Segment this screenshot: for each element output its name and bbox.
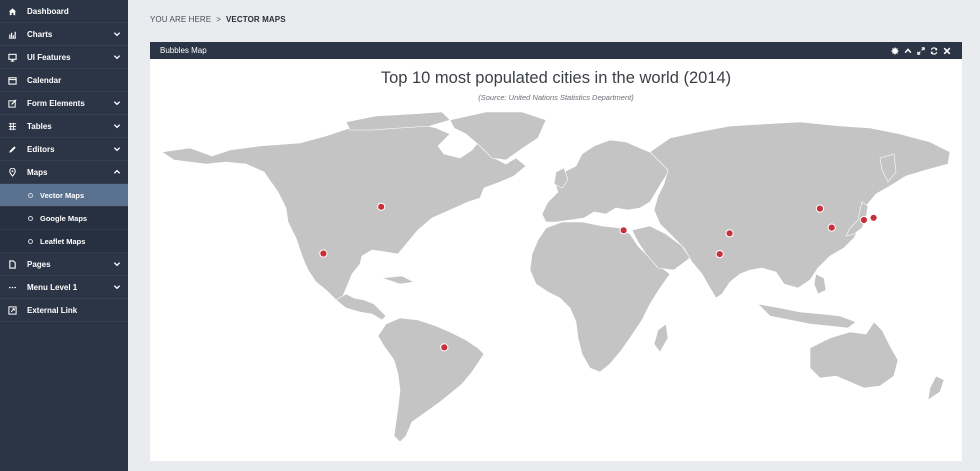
sidebar-item-tables[interactable]: Tables <box>0 115 128 138</box>
city-bubble-mexico-city[interactable]: Mexico City <box>319 249 328 258</box>
sidebar-item-form-elements[interactable]: Form Elements <box>0 92 128 115</box>
city-bubble-delhi[interactable]: Delhi <box>725 229 734 238</box>
sidebar-item-label: Form Elements <box>27 98 85 108</box>
sidebar-item-label: Editors <box>27 144 55 154</box>
sidebar-subitem-google-maps[interactable]: Google Maps <box>0 207 128 230</box>
breadcrumb-separator: > <box>216 15 221 24</box>
edit-icon <box>8 98 17 108</box>
chevron-down-icon[interactable] <box>113 99 121 107</box>
monitor-icon <box>8 53 17 62</box>
city-bubble-new-york[interactable]: New York <box>377 202 386 211</box>
sidebar-subitem-label: Vector Maps <box>40 190 85 200</box>
circle-icon <box>28 192 33 198</box>
map-pin-icon <box>8 167 17 177</box>
sidebar-item-menu-level-1[interactable]: Menu Level 1 <box>0 276 128 299</box>
sidebar-subitem-leaflet-maps[interactable]: Leaflet Maps <box>0 230 128 253</box>
chevron-down-icon[interactable] <box>113 260 121 268</box>
landmasses <box>161 111 951 443</box>
calendar-icon <box>8 76 17 85</box>
page-icon <box>8 259 17 269</box>
table-icon <box>8 122 17 131</box>
sidebar-item-ui-features[interactable]: UI Features <box>0 46 128 69</box>
sidebar-subitem-vector-maps[interactable]: Vector Maps <box>0 184 128 207</box>
world-map: New York Mexico City São Paulo Cairo Delhi Mu… <box>161 111 951 443</box>
sidebar-item-label: Calendar <box>27 75 62 85</box>
sidebar: Dashboard Charts UI Features Calendar Form E… <box>0 0 128 471</box>
sidebar-subitem-label: Leaflet Maps <box>40 236 86 246</box>
chevron-down-icon[interactable] <box>113 122 121 130</box>
chevron-down-icon[interactable] <box>113 30 121 38</box>
land-madagascar <box>653 323 669 353</box>
sidebar-item-pages[interactable]: Pages <box>0 253 128 276</box>
bubbles-map-panel: Bubbles Map Top 10 most populated cities… <box>150 42 962 461</box>
chart-icon <box>8 30 17 39</box>
land-south-america <box>377 317 485 443</box>
ellipsis-icon <box>8 283 17 292</box>
sidebar-item-label: External Link <box>27 305 78 315</box>
pencil-icon <box>8 145 17 154</box>
city-bubble-cairo[interactable]: Cairo <box>619 226 628 235</box>
sidebar-item-label: UI Features <box>27 52 71 62</box>
land-greenland <box>449 111 547 161</box>
breadcrumb-prefix: YOU ARE HERE <box>150 15 212 24</box>
city-bubble-shanghai[interactable]: Shanghai <box>827 223 836 232</box>
sidebar-item-maps[interactable]: Maps <box>0 161 128 184</box>
chevron-down-icon[interactable] <box>113 53 121 61</box>
land-asia <box>649 121 951 299</box>
home-icon <box>8 7 17 16</box>
external-link-icon <box>8 305 17 315</box>
sidebar-item-dashboard[interactable]: Dashboard <box>0 0 128 23</box>
map-subtitle: (Source: United Nations Statistics Depar… <box>478 93 634 102</box>
chevron-down-icon[interactable] <box>113 145 121 153</box>
sidebar-item-editors[interactable]: Editors <box>0 138 128 161</box>
city-bubble-s-o-paulo[interactable]: São Paulo <box>440 343 449 352</box>
sidebar-subitem-label: Google Maps <box>40 213 88 223</box>
city-bubble-osaka[interactable]: Osaka <box>859 215 869 225</box>
breadcrumb: YOU ARE HERE > VECTOR MAPS <box>150 15 286 24</box>
sidebar-item-external-link[interactable]: External Link <box>0 299 128 322</box>
sidebar-item-label: Menu Level 1 <box>27 282 78 292</box>
chevron-down-icon[interactable] <box>113 283 121 291</box>
sidebar-item-calendar[interactable]: Calendar <box>0 69 128 92</box>
land-north-america <box>161 121 527 301</box>
sidebar-item-label: Pages <box>27 259 51 269</box>
sidebar-item-label: Maps <box>27 167 48 177</box>
sidebar-item-label: Charts <box>27 29 53 39</box>
land-caribbean <box>381 275 415 285</box>
breadcrumb-current: VECTOR MAPS <box>226 15 286 24</box>
city-bubble-beijing[interactable]: Beijing <box>815 204 825 213</box>
land-new-zealand <box>927 375 945 401</box>
land-philippines <box>813 273 827 295</box>
chevron-up-icon[interactable] <box>113 168 121 176</box>
circle-icon <box>28 215 33 221</box>
land-central-america <box>335 293 387 321</box>
city-bubble-mumbai[interactable]: Mumbai <box>715 250 724 259</box>
map-title: Top 10 most populated cities in the worl… <box>380 69 732 87</box>
sidebar-item-label: Tables <box>27 121 52 131</box>
circle-icon <box>28 238 33 244</box>
land-australia <box>809 321 899 389</box>
sidebar-item-charts[interactable]: Charts <box>0 23 128 46</box>
sidebar-item-label: Dashboard <box>27 6 69 16</box>
land-indonesia <box>757 303 857 329</box>
city-bubble-tokyo[interactable]: Tokyo <box>869 213 878 222</box>
